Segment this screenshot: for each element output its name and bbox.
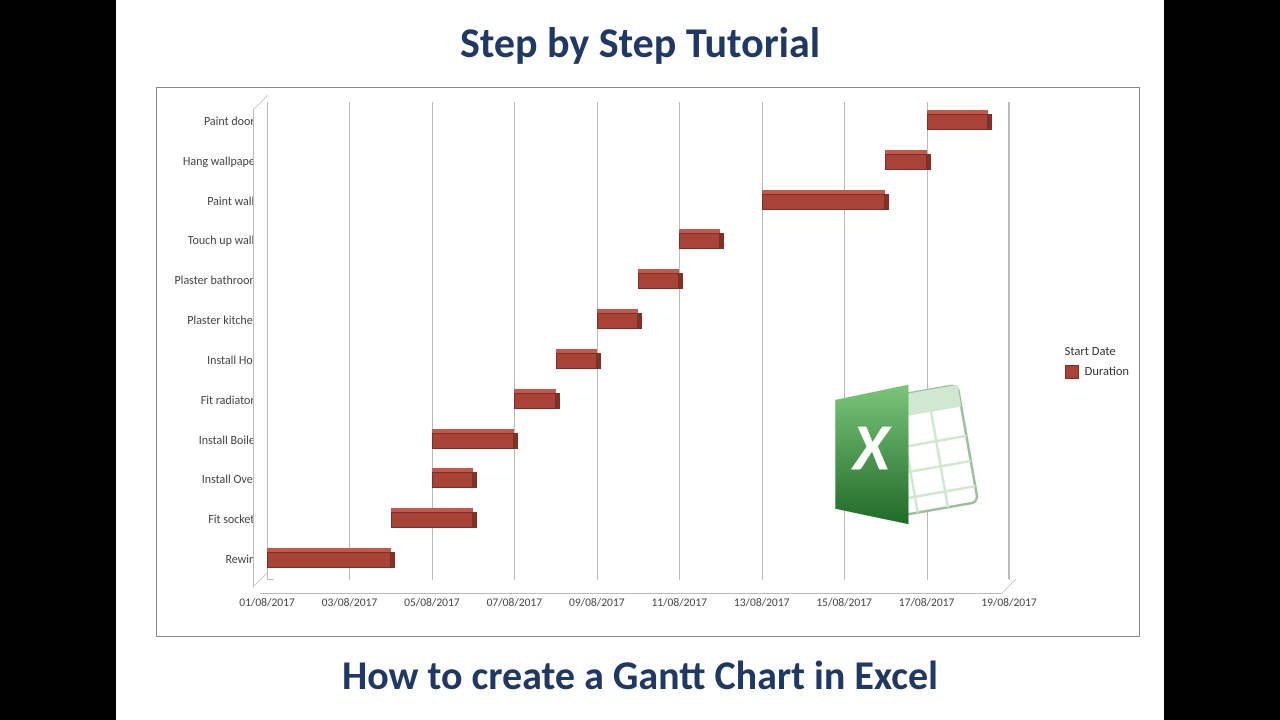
y-tick-label: Plaster bathroom [157,274,259,288]
gridline [432,102,433,580]
gantt-bar [514,393,555,409]
y-tick-label: Paint doors [157,115,259,129]
gantt-bar [679,233,720,249]
x-tick-label: 07/08/2017 [487,596,543,610]
gridline [762,102,763,580]
gridline [597,102,598,580]
y-tick-label: Paint walls [157,195,259,209]
gantt-bar [432,433,514,449]
gantt-bar [885,154,926,170]
x-tick-label: 13/08/2017 [734,596,790,610]
gridline [349,102,350,580]
x-tick-label: 03/08/2017 [322,596,378,610]
gridline [514,102,515,580]
gantt-bar [391,512,473,528]
x-tick-label: 11/08/2017 [651,596,707,610]
letterbox-right [1164,0,1280,720]
legend-label: Duration [1085,362,1129,382]
x-tick-label: 05/08/2017 [404,596,460,610]
gantt-chart: Rewire Fit sockets Install Oven Install Boi… [156,87,1140,637]
gantt-bar [556,353,597,369]
slide: Step by Step Tutorial Rewire Fit sockets I… [116,0,1164,720]
y-tick-label: Plaster kitchen [157,314,259,328]
y-tick-label: Touch up walls [157,234,259,248]
x-axis-labels: 01/08/201703/08/201705/08/201707/08/2017… [267,586,1009,630]
letterbox-left [0,0,116,720]
legend-item-start-date: Start Date [1065,342,1129,362]
gridline [679,102,680,580]
plot-backwall [267,102,1009,580]
y-tick-label: Install Hob [157,354,259,368]
y-tick-label: Install Oven [157,473,259,487]
legend-label: Start Date [1065,342,1116,362]
y-tick-label: Rewire [157,553,259,567]
legend-swatch-duration [1065,365,1079,379]
x-tick-label: 09/08/2017 [569,596,625,610]
y-tick-label: Hang wallpaper [157,155,259,169]
slide-subtitle: How to create a Gantt Chart in Excel [116,637,1164,700]
y-tick-label: Fit sockets [157,513,259,527]
plot-sidewall [253,95,268,588]
chart-legend: Start Date Duration [1065,342,1129,382]
gantt-bar [638,273,679,289]
slide-title: Step by Step Tutorial [116,0,1164,79]
gantt-bar [762,194,886,210]
gantt-bar [267,552,391,568]
x-tick-label: 15/08/2017 [816,596,872,610]
x-tick-label: 17/08/2017 [899,596,955,610]
plot-area [267,102,1009,580]
y-axis-labels: Rewire Fit sockets Install Oven Install Boi… [157,102,263,580]
gridline [267,102,268,580]
y-tick-label: Install Boiler [157,434,259,448]
x-tick-label: 19/08/2017 [981,596,1037,610]
gantt-bar [597,313,638,329]
gridline [1009,102,1010,580]
gantt-bar [432,472,473,488]
gantt-bar [927,114,989,130]
y-tick-label: Fit radiators [157,394,259,408]
gridline [844,102,845,580]
gridline [927,102,928,580]
legend-item-duration: Duration [1065,362,1129,382]
x-tick-label: 01/08/2017 [239,596,295,610]
